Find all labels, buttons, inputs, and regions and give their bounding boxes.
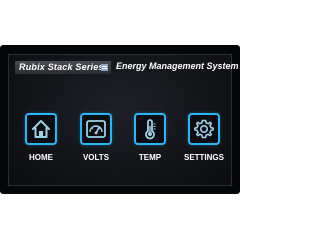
- volts-button[interactable]: [80, 113, 112, 145]
- home-label: HOME: [29, 153, 53, 162]
- voltmeter-icon: [86, 120, 106, 138]
- home-button[interactable]: [25, 113, 57, 145]
- device-frame: Rubix Stack Series Energy Management Sys…: [0, 45, 240, 194]
- display-screen: Rubix Stack Series Energy Management Sys…: [8, 54, 239, 186]
- home-icon: [32, 120, 50, 138]
- settings-label: SETTINGS: [183, 153, 224, 162]
- page-title: Energy Management System: [116, 61, 239, 71]
- settings-button[interactable]: [188, 113, 220, 145]
- temp-label: TEMP: [138, 153, 162, 162]
- thermometer-icon: [145, 119, 156, 140]
- menu-lines-icon: [101, 64, 108, 71]
- gear-icon: [194, 119, 214, 139]
- header-bar: Rubix Stack Series Energy Management Sys…: [9, 61, 239, 75]
- series-badge: Rubix Stack Series: [15, 61, 111, 74]
- volts-label: VOLTS: [82, 153, 110, 162]
- series-label: Rubix Stack Series: [19, 62, 104, 72]
- temp-button[interactable]: [134, 113, 166, 145]
